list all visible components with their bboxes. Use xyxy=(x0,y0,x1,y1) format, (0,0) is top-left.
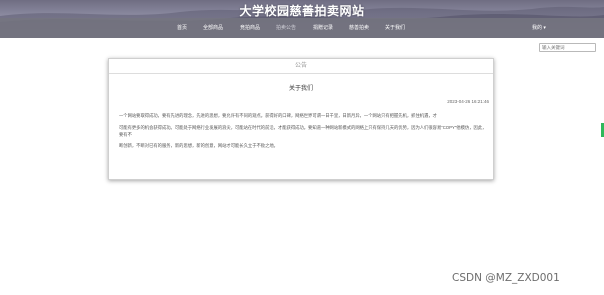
nav-item-auction-notice[interactable]: 拍卖公告 xyxy=(276,24,296,31)
site-title: 大学校园慈善拍卖网站 xyxy=(239,4,365,18)
nav-item-home[interactable]: 首页 xyxy=(177,24,187,31)
nav-item-about-us[interactable]: 关于我们 xyxy=(385,24,405,31)
nav-item-charity-auction[interactable]: 慈善拍卖 xyxy=(349,24,369,31)
notice-panel: 公告 关于我们 2023-04-26 16:21:46 一个网站要取得成功，要有… xyxy=(108,58,494,180)
notice-date: 2023-04-26 16:21:46 xyxy=(447,99,489,104)
main-nav: 首页 全部商品 竞拍商品 拍卖公告 捐赠记录 慈善拍卖 关于我们 我的 ▾ xyxy=(0,18,604,38)
search-input[interactable] xyxy=(539,43,596,52)
watermark-text: CSDN @MZ_ZXD001 xyxy=(452,272,560,284)
nav-item-donation-records[interactable]: 捐赠记录 xyxy=(313,24,333,31)
notice-paragraph: 可能有更多的机会获得成功。可能处于网络行业发展的浪尖，可能站在时代的前沿，才能获… xyxy=(119,125,487,137)
nav-item-all-products[interactable]: 全部商品 xyxy=(203,24,223,31)
notice-title: 关于我们 xyxy=(288,86,313,92)
nav-item-auction-products[interactable]: 竞拍商品 xyxy=(240,24,260,31)
notice-paragraph: 断创新，不断对已有的服务，新的思想，新的创意，网站才可能长久立于不败之地。 xyxy=(119,143,278,148)
user-menu-dropdown[interactable]: 我的 ▾ xyxy=(532,24,546,31)
panel-heading: 公告 xyxy=(109,59,493,74)
notice-paragraph: 一个网站要取得成功，要有先进的理念，先进的思想，要允许有不同的观点。获得好的口碑… xyxy=(119,113,437,118)
